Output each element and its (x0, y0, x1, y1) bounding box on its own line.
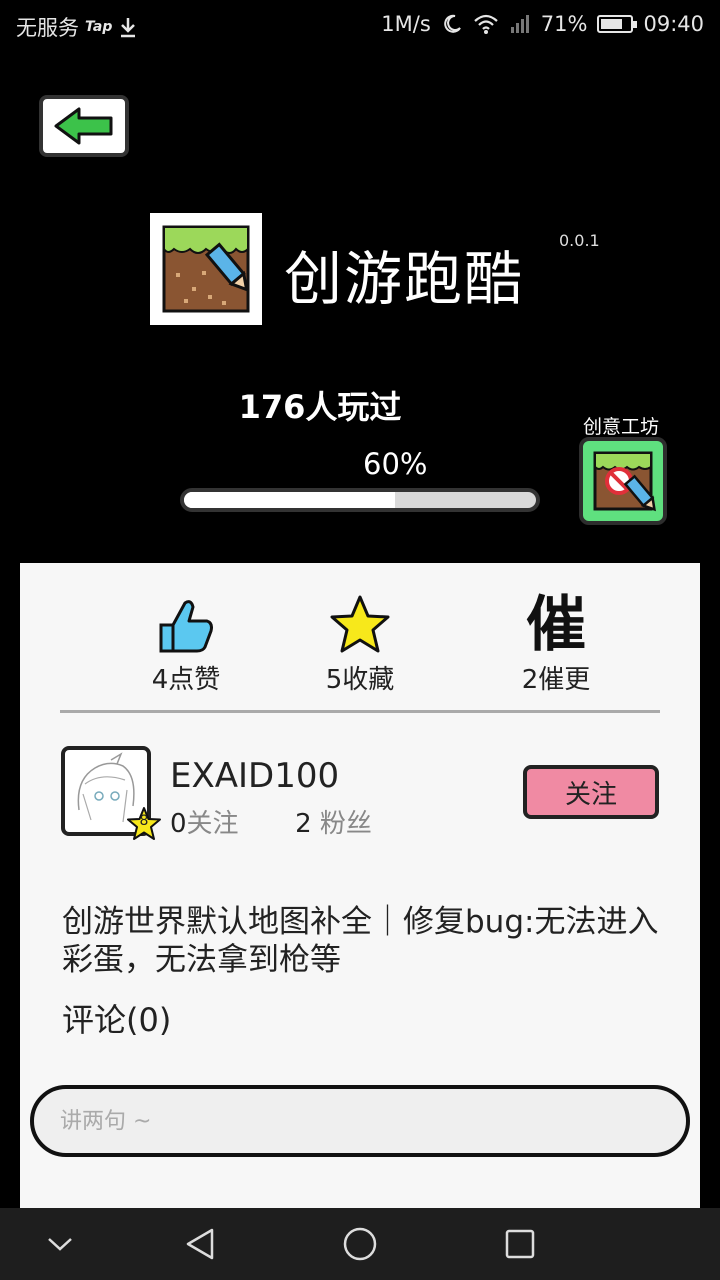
system-nav-bar (0, 1208, 720, 1280)
detail-panel: 4点赞 5收藏 催 2催更 8 EXAID100 0关注 2 粉丝 关注 创游世… (20, 563, 700, 1208)
carrier-text: 无服务 (16, 16, 79, 40)
circle-home-icon (343, 1227, 377, 1261)
back-button[interactable] (39, 95, 129, 157)
urge-stat[interactable]: 催 2催更 (486, 593, 626, 696)
game-version: 0.0.1 (559, 231, 600, 250)
triangle-back-icon (186, 1228, 214, 1260)
following-count: 0 (170, 809, 187, 839)
status-left: 无服务 Tap (16, 12, 138, 42)
follow-button[interactable]: 关注 (523, 765, 659, 819)
progress-bar (180, 488, 540, 512)
tap-notification-icon: Tap (85, 19, 113, 35)
stats-row: 4点赞 5收藏 催 2催更 (20, 593, 700, 696)
signal-icon (510, 15, 529, 33)
chevron-down-icon (48, 1238, 72, 1251)
workshop-button[interactable] (579, 437, 667, 525)
clock: 09:40 (643, 12, 704, 36)
author-name[interactable]: EXAID100 (170, 756, 339, 796)
wifi-icon (474, 14, 498, 34)
status-right: 1M/s 71% 09:40 (381, 12, 704, 36)
divider (60, 710, 660, 713)
workshop-block-pencil-icon (593, 451, 656, 512)
comments-header[interactable]: 评论(0) (62, 995, 171, 1041)
followers-count: 2 (295, 809, 312, 839)
nav-back-button[interactable] (180, 1224, 220, 1264)
favorite-count: 5收藏 (325, 665, 395, 695)
played-count-text: 176人玩过 (238, 388, 402, 426)
favorite-stat[interactable]: 5收藏 (290, 593, 430, 696)
map-description: 创游世界默认地图补全｜修复bug:无法进入彩蛋，无法拿到枪等 (62, 904, 659, 978)
author-level: 8 (139, 813, 149, 829)
workshop-label: 创意工坊 (583, 416, 660, 438)
followers-label: 粉丝 (319, 809, 372, 839)
game-icon (150, 213, 262, 325)
back-arrow-icon (54, 107, 113, 145)
moon-icon (443, 14, 461, 33)
battery-icon (597, 15, 638, 33)
comment-input[interactable] (34, 1089, 686, 1153)
follow-info: 0关注 2 粉丝 (170, 803, 372, 840)
urge-icon: 催 (526, 590, 586, 660)
status-bar: 无服务 Tap 1M/s 71% 09:40 (0, 0, 720, 50)
progress-percent: 60% (363, 447, 428, 481)
comment-input-wrapper (30, 1085, 690, 1157)
progress-fill (184, 492, 396, 508)
thumbs-up-icon (159, 600, 213, 653)
game-title: 创游跑酷 (284, 245, 525, 313)
battery-percent: 71% (540, 12, 588, 36)
urge-count: 2催更 (521, 665, 591, 695)
download-icon (121, 18, 136, 38)
nav-hide-button[interactable] (40, 1224, 80, 1264)
network-speed: 1M/s (381, 12, 431, 36)
nav-home-button[interactable] (340, 1224, 380, 1264)
star-icon (330, 595, 390, 653)
like-count: 4点赞 (151, 665, 221, 695)
square-recents-icon (505, 1229, 535, 1259)
grass-block-pencil-icon (162, 225, 250, 313)
following-label: 关注 (186, 809, 239, 839)
nav-recents-button[interactable] (500, 1224, 540, 1264)
like-stat[interactable]: 4点赞 (116, 593, 256, 696)
